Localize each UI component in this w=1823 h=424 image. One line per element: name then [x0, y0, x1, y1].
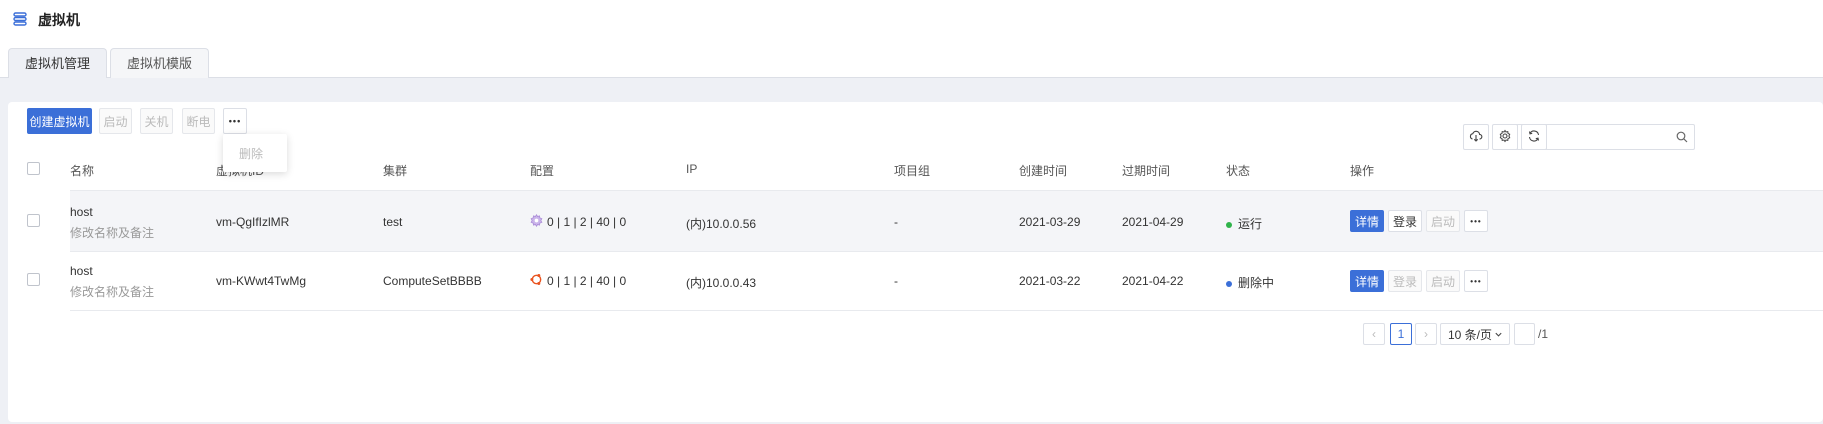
- column-header-ip: IP: [686, 162, 698, 176]
- settings-button[interactable]: [1492, 124, 1518, 150]
- vm-id: vm-QgIfIzlMR: [216, 215, 290, 229]
- refresh-icon: [1527, 129, 1541, 146]
- config-cell: 0 | 1 | 2 | 40 | 0: [530, 214, 626, 230]
- row-more-button[interactable]: •••: [1464, 270, 1488, 292]
- detail-button[interactable]: 详情: [1350, 210, 1384, 232]
- gear-icon: [1498, 129, 1512, 146]
- status-badge: 删除中: [1226, 274, 1274, 291]
- project-group: -: [894, 274, 898, 288]
- more-actions-menu: 删除: [223, 134, 287, 172]
- row-checkbox[interactable]: [27, 273, 40, 286]
- next-page-button[interactable]: ›: [1415, 323, 1437, 345]
- start-button[interactable]: 启动: [99, 108, 132, 134]
- total-pages: /1: [1538, 327, 1549, 341]
- app-title: 虚拟机: [12, 10, 80, 30]
- login-button[interactable]: 登录: [1388, 210, 1422, 232]
- status-deleting-dot: [1226, 280, 1232, 287]
- row-start-button[interactable]: 启动: [1426, 270, 1460, 292]
- app-title-text: 虚拟机: [38, 12, 80, 28]
- top-bar: 虚拟机 虚拟机管理 虚拟机模版: [0, 0, 1823, 78]
- select-all-checkbox[interactable]: [27, 162, 40, 175]
- page-size-value: 10 条/页: [1448, 327, 1493, 342]
- page-1-button[interactable]: 1: [1390, 323, 1412, 345]
- table-row[interactable]: host 修改名称及备注 vm-QgIfIzlMR test 0 | 1 | 2…: [70, 191, 1823, 251]
- expiry-date: 2021-04-22: [1122, 274, 1184, 288]
- column-header-status: 状态: [1226, 164, 1251, 178]
- config-cell: 0 | 1 | 2 | 40 | 0: [530, 273, 626, 289]
- vm-name: host: [70, 205, 93, 219]
- refresh-button[interactable]: [1521, 124, 1547, 150]
- menu-item-delete[interactable]: 删除: [239, 145, 263, 162]
- status-badge: 运行: [1226, 215, 1262, 232]
- create-vm-button[interactable]: 创建虚拟机: [27, 108, 92, 134]
- chevron-down-icon: [1494, 328, 1503, 342]
- ip-address: (内)10.0.0.56: [686, 217, 757, 231]
- status-running-dot: [1226, 221, 1232, 228]
- server-list-icon: [12, 11, 28, 30]
- cloud-download-icon: [1469, 129, 1483, 146]
- detail-button[interactable]: 详情: [1350, 270, 1384, 292]
- pagination: ‹ 1 › 10 条/页 /1: [1363, 323, 1823, 347]
- config-values: 0 | 1 | 2 | 40 | 0: [547, 215, 627, 229]
- table-row[interactable]: host 修改名称及备注 vm-KWwt4TwMg ComputeSetBBBB…: [70, 251, 1823, 311]
- column-header-config: 配置: [530, 164, 555, 178]
- created-date: 2021-03-29: [1019, 215, 1081, 229]
- column-header-name: 名称: [70, 164, 95, 178]
- power-off-button[interactable]: 断电: [182, 108, 215, 134]
- tab-bar: 虚拟机管理 虚拟机模版: [8, 48, 210, 78]
- main-panel: 创建虚拟机 启动 关机 断电 ••• 名称 虚拟机ID 集群 配置 IP 项目组…: [8, 102, 1823, 422]
- column-header-project: 项目组: [894, 164, 931, 178]
- cluster-name: test: [383, 215, 403, 229]
- tab-vm-management[interactable]: 虚拟机管理: [8, 48, 108, 78]
- expiry-date: 2021-04-29: [1122, 215, 1184, 229]
- row-checkbox[interactable]: [27, 214, 40, 227]
- row-more-button[interactable]: •••: [1464, 210, 1488, 232]
- column-header-expires: 过期时间: [1122, 164, 1171, 178]
- project-group: -: [894, 215, 898, 229]
- more-actions-button[interactable]: •••: [223, 108, 247, 134]
- status-text: 删除中: [1238, 276, 1275, 290]
- ip-address: (内)10.0.0.43: [686, 276, 757, 290]
- row-divider: [70, 310, 1823, 311]
- column-header-actions: 操作: [1350, 164, 1375, 178]
- os-gear-icon: [530, 214, 543, 230]
- cloud-download-button[interactable]: [1463, 124, 1489, 150]
- created-date: 2021-03-22: [1019, 274, 1081, 288]
- column-header-created: 创建时间: [1019, 164, 1068, 178]
- tab-vm-templates[interactable]: 虚拟机模版: [110, 48, 210, 78]
- shutdown-button[interactable]: 关机: [140, 108, 173, 134]
- page-jump-input[interactable]: [1514, 323, 1535, 345]
- column-header-cluster: 集群: [383, 164, 408, 178]
- login-button[interactable]: 登录: [1388, 270, 1422, 292]
- page-size-select[interactable]: 10 条/页: [1440, 323, 1510, 345]
- vm-id: vm-KWwt4TwMg: [216, 274, 306, 288]
- config-values: 0 | 1 | 2 | 40 | 0: [547, 274, 627, 288]
- vm-name: host: [70, 264, 93, 278]
- ubuntu-icon: [530, 273, 543, 289]
- prev-page-button[interactable]: ‹: [1363, 323, 1385, 345]
- edit-name-link[interactable]: 修改名称及备注: [70, 224, 154, 241]
- edit-name-link[interactable]: 修改名称及备注: [70, 283, 154, 300]
- cluster-name: ComputeSetBBBB: [383, 274, 482, 288]
- row-start-button[interactable]: 启动: [1426, 210, 1460, 232]
- status-text: 运行: [1238, 217, 1263, 231]
